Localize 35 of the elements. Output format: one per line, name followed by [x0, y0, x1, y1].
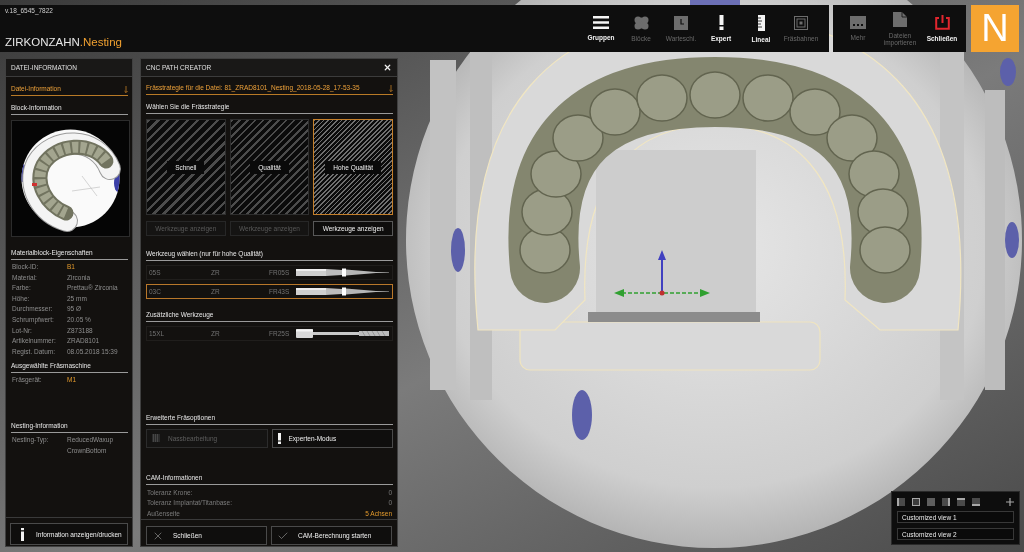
block-marker	[690, 0, 740, 5]
clock-square-icon	[674, 15, 688, 30]
view-button[interactable]	[897, 497, 905, 506]
block-marker	[1005, 222, 1019, 258]
ruler-icon	[757, 14, 765, 31]
view-button[interactable]	[942, 497, 950, 506]
block-marker	[451, 228, 465, 272]
view-button[interactable]	[972, 497, 980, 506]
more-icon	[850, 16, 866, 29]
info-icon	[21, 527, 24, 541]
power-icon	[934, 15, 950, 30]
block-marker	[1000, 58, 1016, 86]
file-icon	[893, 11, 907, 27]
app-logo: N	[971, 5, 1019, 52]
block-marker	[572, 390, 592, 440]
view-icon	[897, 497, 905, 506]
close-icon	[383, 63, 392, 72]
close-button[interactable]	[383, 63, 392, 72]
view-button[interactable]	[912, 497, 920, 506]
grid-icon	[152, 434, 160, 442]
axis-gizmo-icon	[614, 250, 710, 297]
view-button[interactable]	[957, 497, 965, 506]
arrow-down-icon	[389, 85, 393, 92]
plus-icon	[1006, 497, 1014, 506]
exclamation-icon	[277, 432, 281, 444]
menu-icon	[593, 16, 609, 29]
arrow-down-icon	[124, 86, 128, 93]
concentric-squares-icon	[794, 15, 808, 30]
exclamation-icon	[718, 15, 724, 30]
view-button[interactable]	[1006, 497, 1014, 506]
view-icon	[942, 497, 950, 506]
view-icon	[972, 497, 980, 506]
app-name: ZIRKONZAHN.Nesting	[5, 36, 122, 48]
view-icon	[957, 497, 965, 506]
blob-icon	[633, 15, 649, 30]
